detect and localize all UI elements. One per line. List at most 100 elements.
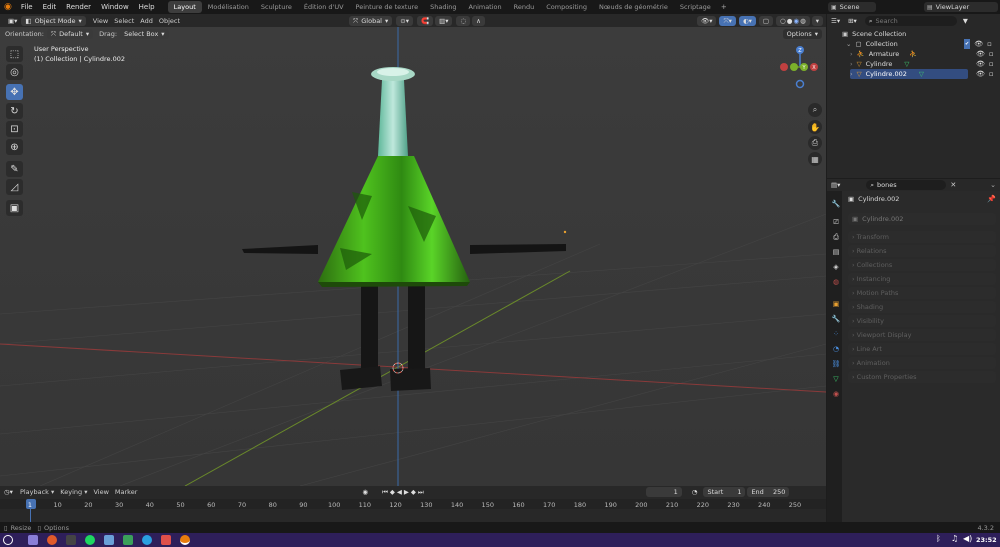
menu-edit[interactable]: Edit xyxy=(38,0,62,14)
wireframe-shading-icon[interactable]: ○ xyxy=(780,16,786,26)
ortho-grid-icon[interactable]: ▦ xyxy=(808,152,822,166)
tab-uv-editing[interactable]: Édition d'UV xyxy=(298,1,350,13)
tab-texture-paint[interactable]: Peinture de texture xyxy=(350,1,425,13)
section-relations[interactable]: › Relations xyxy=(848,245,996,257)
data-tab-icon[interactable]: ▽ xyxy=(830,373,842,385)
clock[interactable]: 23:52 xyxy=(976,536,997,544)
preview-range-icon[interactable]: ◔ xyxy=(688,487,702,497)
mode-selector[interactable]: ◧ Object Mode ▾ xyxy=(21,15,86,26)
add-cube-tool-icon[interactable]: ▣ xyxy=(6,200,23,216)
blender-logo-icon[interactable]: ◉ xyxy=(0,2,16,12)
files-icon[interactable] xyxy=(28,535,38,545)
physics-tab-icon[interactable]: ◔ xyxy=(830,343,842,355)
properties-search-input[interactable]: bones xyxy=(877,180,897,190)
editor-type-icon[interactable]: ▣▾ xyxy=(4,16,21,26)
expand-arrow-icon[interactable]: ⌄ xyxy=(846,40,851,48)
section-animation[interactable]: › Animation xyxy=(848,357,996,369)
pivot-point-icon[interactable]: ⊙▾ xyxy=(396,15,413,26)
tab-geometry-nodes[interactable]: Nœuds de géométrie xyxy=(593,1,674,13)
section-custom-properties[interactable]: › Custom Properties xyxy=(848,371,996,383)
section-shading[interactable]: › Shading xyxy=(848,301,996,313)
tab-shading[interactable]: Shading xyxy=(424,1,462,13)
chat-app-icon[interactable] xyxy=(123,535,133,545)
tab-scripting[interactable]: Scriptage xyxy=(674,1,717,13)
shading-mode-group[interactable]: ○ ● ◉ ◍ xyxy=(776,15,810,26)
move-tool-icon[interactable]: ✥ xyxy=(6,84,23,100)
orientation-selector[interactable]: ⤧ Default ▾ xyxy=(46,28,94,39)
auto-keying-icon[interactable]: ◉ xyxy=(358,487,372,497)
exclude-checkbox-icon[interactable]: ✔ xyxy=(964,39,971,49)
keying-menu[interactable]: Keying ▾ xyxy=(57,488,90,496)
rotate-tool-icon[interactable]: ↻ xyxy=(6,103,23,119)
section-transform[interactable]: › Transform xyxy=(848,231,996,243)
menu-window[interactable]: Window xyxy=(96,0,134,14)
section-collections[interactable]: › Collections xyxy=(848,259,996,271)
menu-file[interactable]: File xyxy=(16,0,38,14)
expand-arrow-icon[interactable]: › xyxy=(850,60,853,68)
options-button[interactable]: Options ▾ xyxy=(782,28,822,39)
chevron-down-icon[interactable]: ⌄ xyxy=(990,181,996,189)
tab-animation[interactable]: Animation xyxy=(463,1,508,13)
particles-tab-icon[interactable]: ⁘ xyxy=(830,328,842,340)
world-tab-icon[interactable]: ◍ xyxy=(830,276,842,288)
eye-icon[interactable]: 👁 xyxy=(976,49,985,59)
timeline-editor-icon[interactable]: ◷▾ xyxy=(0,487,17,497)
outliner-item-armature[interactable]: › ⛹ Armature ⛹ xyxy=(850,49,917,59)
snap-icon[interactable]: 🧲 xyxy=(416,15,434,26)
shading-options-icon[interactable]: ▾ xyxy=(811,15,823,26)
camera-icon[interactable]: ▫ xyxy=(989,49,994,59)
cursor-tool-icon[interactable]: ◎ xyxy=(6,64,23,80)
filter-icon[interactable]: ▼ xyxy=(959,16,972,26)
tab-modeling[interactable]: Modélisation xyxy=(202,1,255,13)
jump-key-back-icon[interactable]: ◆ xyxy=(390,487,395,497)
add-workspace-icon[interactable]: + xyxy=(717,3,731,11)
playback-controls[interactable]: ⏮ ◆ ◀ ▶ ◆ ⏭ xyxy=(378,487,428,497)
firefox-icon[interactable] xyxy=(47,535,57,545)
add-menu[interactable]: Add xyxy=(137,17,156,25)
measure-tool-icon[interactable]: ◿ xyxy=(6,179,23,195)
properties-editor-icon[interactable]: ▤▾ xyxy=(827,180,844,190)
jump-start-icon[interactable]: ⏮ xyxy=(382,487,388,497)
clear-search-icon[interactable]: ✕ xyxy=(950,181,956,189)
select-box-tool-icon[interactable]: ⬚ xyxy=(6,46,23,62)
scale-tool-icon[interactable]: ⊡ xyxy=(6,121,23,137)
scene-selector[interactable]: ▣ Scene xyxy=(828,2,876,12)
bluetooth-icon[interactable]: ᛒ xyxy=(936,534,941,543)
end-frame-field[interactable]: End 250 xyxy=(747,487,790,497)
current-frame-field[interactable]: 1 xyxy=(645,487,682,497)
music-icon[interactable]: ♫ xyxy=(951,534,958,543)
menu-help[interactable]: Help xyxy=(134,0,160,14)
tab-compositing[interactable]: Compositing xyxy=(540,1,593,13)
transform-orientation-selector[interactable]: ⤧ Global ▾ xyxy=(349,15,393,26)
playback-menu[interactable]: Playback ▾ xyxy=(17,488,57,496)
section-instancing[interactable]: › Instancing xyxy=(848,273,996,285)
search-input[interactable]: Search xyxy=(875,16,897,26)
zoom-icon[interactable]: ⌕ xyxy=(808,103,822,117)
spotify-icon[interactable] xyxy=(85,535,95,545)
camera-icon[interactable]: ▫ xyxy=(989,69,994,79)
app-launcher-icon[interactable] xyxy=(3,535,13,545)
eye-icon[interactable]: 👁 xyxy=(974,39,983,49)
camera-view-icon[interactable]: ⎙ xyxy=(808,136,822,150)
view-menu[interactable]: View xyxy=(90,17,111,25)
jump-key-forward-icon[interactable]: ◆ xyxy=(411,487,416,497)
object-tab-icon[interactable]: ▣ xyxy=(830,298,842,310)
eye-icon[interactable]: 👁 xyxy=(976,59,985,69)
expand-arrow-icon[interactable]: › xyxy=(850,50,853,58)
start-frame-field[interactable]: Start 1 xyxy=(703,487,746,497)
terminal-icon[interactable] xyxy=(66,535,76,545)
tab-layout[interactable]: Layout xyxy=(167,1,202,13)
constraints-tab-icon[interactable]: ⛓ xyxy=(830,358,842,370)
xray-icon[interactable]: ▢ xyxy=(758,15,774,26)
camera-icon[interactable]: ▫ xyxy=(989,59,994,69)
volume-icon[interactable]: ◀) xyxy=(963,534,972,543)
outliner-item-cylindre-002[interactable]: › ▽ Cylindre.002 ▽ xyxy=(850,69,968,79)
object-menu[interactable]: Object xyxy=(156,17,183,25)
section-viewport-display[interactable]: › Viewport Display xyxy=(848,329,996,341)
select-menu[interactable]: Select xyxy=(111,17,137,25)
snap-target-icon[interactable]: ▥▾ xyxy=(435,15,453,26)
solid-shading-icon[interactable]: ● xyxy=(787,16,793,26)
play-reverse-icon[interactable]: ◀ xyxy=(397,487,402,497)
outliner-collection[interactable]: ⌄ ▢ Collection xyxy=(846,39,898,49)
overlay-toggle-icon[interactable]: ◐▾ xyxy=(738,15,756,26)
